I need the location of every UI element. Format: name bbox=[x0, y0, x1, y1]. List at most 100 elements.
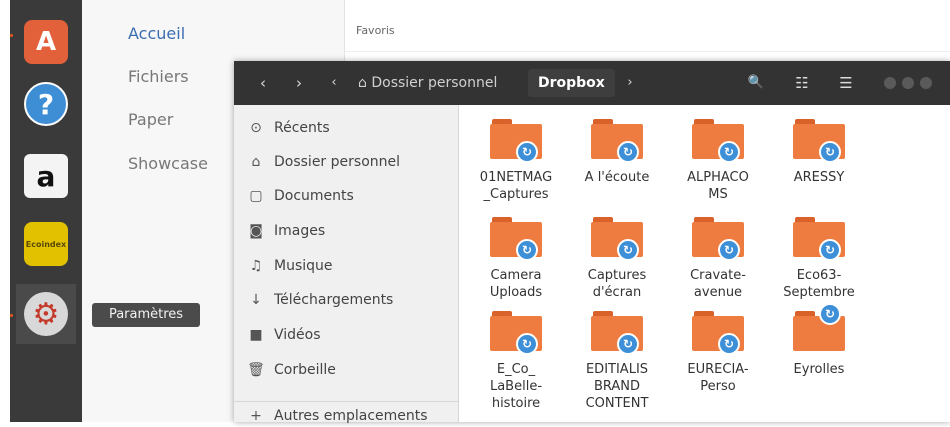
running-indicator bbox=[10, 314, 13, 317]
sidebar-item-music[interactable]: ♫ Musique bbox=[246, 255, 333, 277]
nav-showcase[interactable]: Showcase bbox=[128, 154, 208, 173]
folder-item[interactable]: ↻ EURECIA- Perso bbox=[668, 311, 768, 395]
sidebar-item-label: Documents bbox=[274, 188, 354, 204]
folder-icon: ↻ bbox=[692, 217, 744, 261]
folder-item[interactable]: ↻ EDITIALIS BRAND CONTENT bbox=[567, 311, 667, 412]
folder-item[interactable]: ↻ Captures d'écran bbox=[567, 217, 667, 301]
file-grid: ↻ 01NETMAG _Captures ↻ A l'écoute ↻ ALPHACO M… bbox=[459, 105, 950, 422]
back-button[interactable]: ‹ bbox=[252, 71, 274, 95]
sync-icon: ↻ bbox=[617, 333, 639, 355]
folder-icon: ↻ bbox=[692, 119, 744, 163]
divider bbox=[344, 51, 950, 52]
minimize-button[interactable] bbox=[884, 77, 896, 89]
sync-icon: ↻ bbox=[718, 239, 740, 261]
sidebar-item-documents[interactable]: ▢ Documents bbox=[246, 185, 354, 207]
folder-item[interactable]: ↻ Camera Uploads bbox=[466, 217, 566, 301]
home-icon: ⌂ bbox=[358, 75, 367, 91]
home-icon: ⌂ bbox=[251, 154, 261, 170]
running-indicator bbox=[10, 34, 13, 37]
sidebar-item-images[interactable]: ◙ Images bbox=[246, 220, 325, 242]
folder-icon: ↻ bbox=[591, 217, 643, 261]
sync-icon: ↻ bbox=[617, 141, 639, 163]
sync-icon: ↻ bbox=[718, 141, 740, 163]
folder-item[interactable]: ↻ ALPHACO MS bbox=[668, 119, 768, 203]
launcher: A ? a Ecoindex ⚙ bbox=[10, 0, 82, 422]
places-sidebar: ⊙ Récents ⌂ Dossier personnel ▢ Documents ◙… bbox=[234, 105, 459, 424]
sync-icon: ↻ bbox=[718, 333, 740, 355]
crumb-right-arrow[interactable]: › bbox=[622, 71, 638, 95]
sidebar-item-label: Corbeille bbox=[274, 362, 336, 378]
folder-item[interactable]: ↻ A l'écoute bbox=[567, 119, 667, 186]
folder-icon: ↻ bbox=[692, 311, 744, 355]
software-center-icon: A bbox=[24, 20, 68, 64]
breadcrumb-current[interactable]: Dropbox bbox=[528, 69, 615, 97]
folder-icon: ↻ bbox=[490, 119, 542, 163]
help-icon: ? bbox=[24, 82, 68, 126]
sync-icon: ↻ bbox=[516, 333, 538, 355]
download-icon: ↓ bbox=[250, 292, 262, 308]
sync-icon: ↻ bbox=[516, 239, 538, 261]
folder-icon: ↻ bbox=[490, 311, 542, 355]
nav-paper[interactable]: Paper bbox=[128, 110, 173, 129]
folder-icon: ↻ bbox=[591, 119, 643, 163]
sidebar-item-videos[interactable]: ■ Vidéos bbox=[246, 324, 321, 346]
launcher-amazon[interactable]: a bbox=[16, 146, 76, 206]
sidebar-item-home[interactable]: ⌂ Dossier personnel bbox=[246, 151, 400, 173]
crumb-left-arrow[interactable]: ‹ bbox=[326, 71, 342, 95]
view-toggle-icon[interactable]: ☷ bbox=[790, 71, 814, 95]
folder-item[interactable]: ↻ E_Co_ LaBelle- histoire bbox=[466, 311, 566, 412]
close-button[interactable] bbox=[920, 77, 932, 89]
clock-icon: ⊙ bbox=[250, 120, 262, 136]
sidebar-item-downloads[interactable]: ↓ Téléchargements bbox=[246, 289, 393, 311]
music-icon: ♫ bbox=[249, 258, 263, 274]
folder-label: ALPHACO MS bbox=[687, 170, 749, 202]
folder-label: EURECIA- Perso bbox=[687, 362, 749, 394]
camera-icon: ◙ bbox=[249, 223, 263, 239]
menu-icon[interactable]: ☰ bbox=[834, 71, 858, 95]
maximize-button[interactable] bbox=[902, 77, 914, 89]
launcher-tooltip: Paramètres bbox=[92, 303, 200, 327]
launcher-software-center[interactable]: A bbox=[16, 12, 76, 72]
sidebar-item-trash[interactable]: 🗑 Corbeille bbox=[246, 359, 336, 381]
headerbar: ‹ › ‹ ⌂ Dossier personnel Dropbox › 🔍 ☷ … bbox=[234, 61, 950, 105]
nav-accueil[interactable]: Accueil bbox=[128, 24, 185, 43]
launcher-ecoindex[interactable]: Ecoindex bbox=[16, 214, 76, 274]
folder-icon: ↻ bbox=[793, 119, 845, 163]
sidebar-item-label: Vidéos bbox=[274, 327, 321, 343]
forward-button[interactable]: › bbox=[288, 71, 310, 95]
folder-label: 01NETMAG _Captures bbox=[479, 170, 553, 202]
section-title: Favoris bbox=[356, 24, 395, 37]
plus-icon: + bbox=[250, 408, 262, 424]
sidebar-item-label: Images bbox=[274, 223, 326, 239]
sync-icon: ↻ bbox=[516, 141, 538, 163]
folder-item[interactable]: ↻ 01NETMAG _Captures bbox=[466, 119, 566, 203]
folder-item[interactable]: ↻ Eyrolles bbox=[769, 303, 869, 378]
sidebar-item-label: Récents bbox=[274, 120, 330, 136]
folder-label: Eco63- Septembre bbox=[783, 268, 855, 300]
launcher-settings[interactable]: ⚙ bbox=[16, 284, 76, 344]
launcher-help[interactable]: ? bbox=[16, 74, 76, 134]
sidebar-item-recents[interactable]: ⊙ Récents bbox=[246, 117, 330, 139]
files-window: ‹ › ‹ ⌂ Dossier personnel Dropbox › 🔍 ☷ … bbox=[234, 61, 950, 424]
amazon-icon: a bbox=[24, 154, 68, 198]
folder-item[interactable]: ↻ Cravate- avenue bbox=[668, 217, 768, 301]
ecoindex-icon: Ecoindex bbox=[24, 222, 68, 266]
folder-label: Eyrolles bbox=[793, 362, 845, 377]
folder-label: A l'écoute bbox=[584, 170, 650, 185]
sidebar-item-other-locations[interactable]: + Autres emplacements bbox=[246, 405, 427, 427]
search-icon[interactable]: 🔍 bbox=[744, 71, 768, 95]
folder-icon: ↻ bbox=[793, 217, 845, 261]
folder-icon: ↻ bbox=[490, 217, 542, 261]
sync-icon: ↻ bbox=[819, 239, 841, 261]
nav-fichiers[interactable]: Fichiers bbox=[128, 67, 189, 86]
breadcrumb-home[interactable]: ⌂ Dossier personnel bbox=[358, 69, 497, 97]
sidebar-item-label: Téléchargements bbox=[274, 292, 394, 308]
folder-label: ARESSY bbox=[793, 170, 845, 185]
video-icon: ■ bbox=[249, 327, 263, 343]
folder-item[interactable]: ↻ Eco63- Septembre bbox=[769, 217, 869, 301]
sidebar-divider bbox=[234, 401, 458, 402]
sync-icon: ↻ bbox=[617, 239, 639, 261]
shared-sync-icon: ↻ bbox=[819, 303, 841, 325]
folder-label: EDITIALIS BRAND CONTENT bbox=[585, 362, 649, 411]
folder-item[interactable]: ↻ ARESSY bbox=[769, 119, 869, 186]
